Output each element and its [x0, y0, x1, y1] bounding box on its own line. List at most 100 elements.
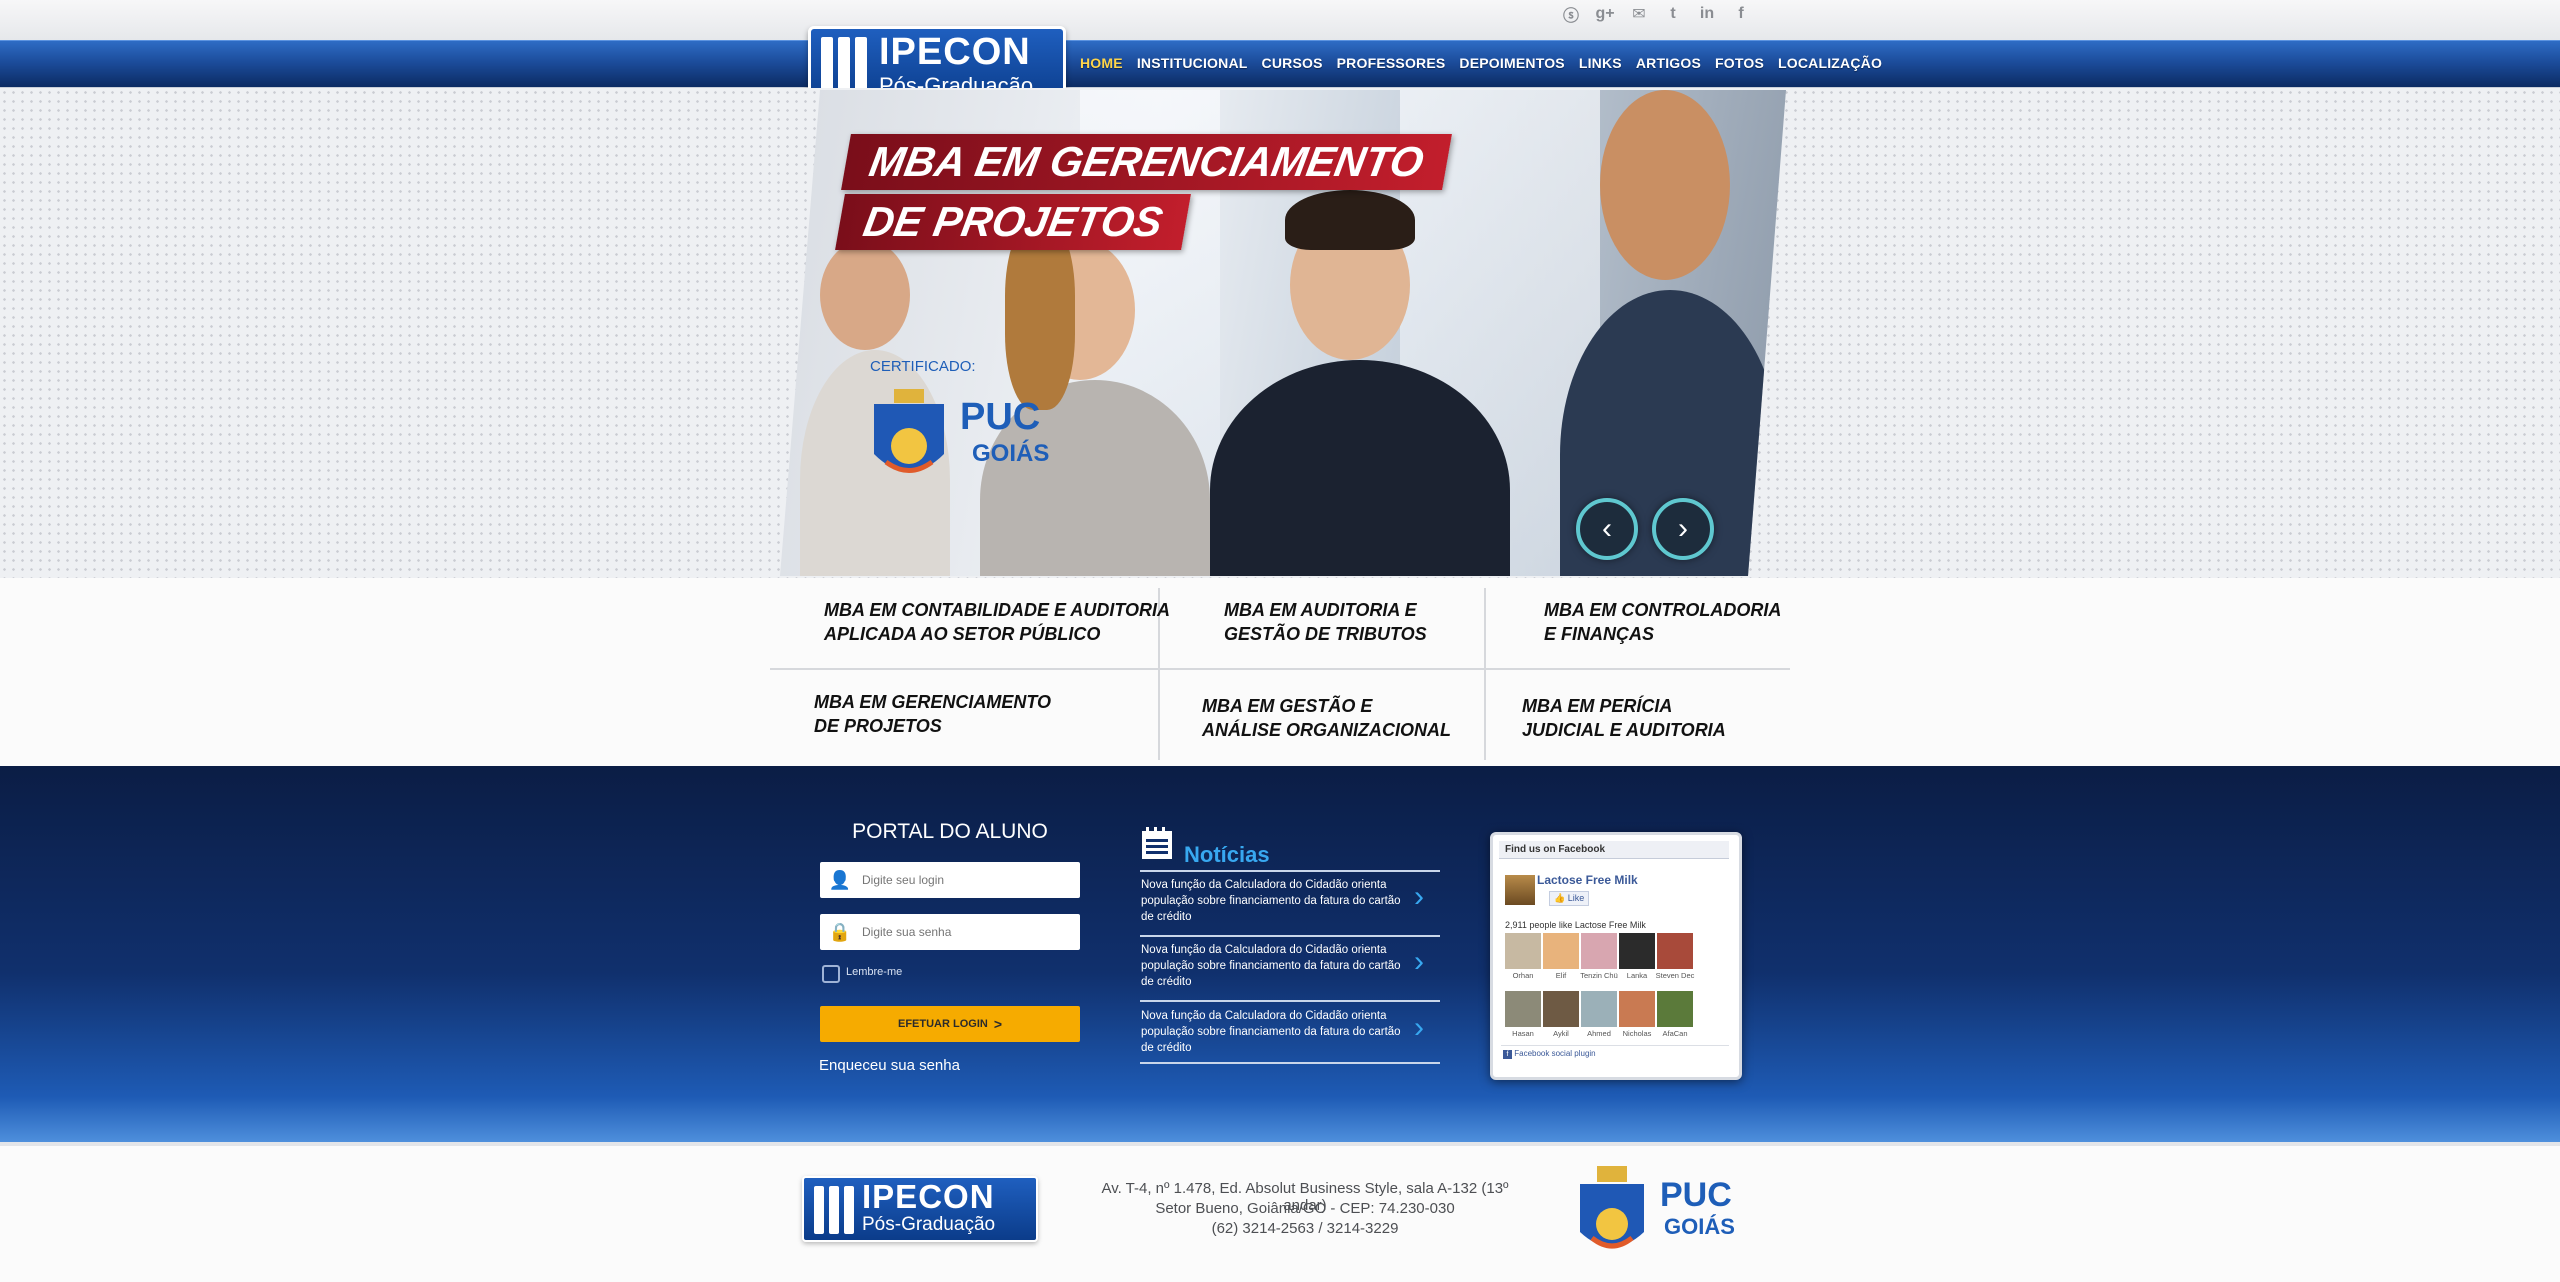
person-left-head — [820, 240, 910, 350]
remember-checkbox[interactable] — [822, 965, 840, 983]
course-line: APLICADA AO SETOR PÚBLICO — [824, 624, 1101, 644]
course-line: MBA EM CONTROLADORIA — [1544, 600, 1782, 620]
fan-avatar[interactable] — [1581, 933, 1617, 969]
person-right-head — [1600, 90, 1730, 280]
footer-logo[interactable]: IPECON Pós-Graduação — [802, 1176, 1038, 1242]
news-divider — [1140, 870, 1440, 872]
fan-avatar[interactable] — [1657, 991, 1693, 1027]
course-line: ANÁLISE ORGANIZACIONAL — [1202, 720, 1451, 740]
linkedin-icon[interactable]: in — [1696, 3, 1718, 25]
facebook-like-button[interactable]: 👍 Like — [1549, 891, 1590, 906]
chevron-right-icon: > — [993, 1016, 1003, 1032]
twitter-icon[interactable]: t — [1662, 3, 1684, 25]
slider-next-button[interactable]: › — [1652, 498, 1714, 560]
fan-name[interactable]: Hasan — [1503, 1029, 1543, 1038]
facebook-widget-header: Find us on Facebook — [1499, 841, 1729, 859]
fan-name[interactable]: Elif — [1541, 971, 1581, 980]
course-line: E FINANÇAS — [1544, 624, 1655, 644]
fan-name[interactable]: Lanka — [1617, 971, 1657, 980]
fan-avatar[interactable] — [1619, 933, 1655, 969]
news-item[interactable]: Nova função da Calculadora do Cidadão or… — [1141, 1008, 1411, 1056]
lock-icon: 🔒 — [828, 921, 852, 942]
chevron-right-icon: › — [1678, 512, 1688, 545]
fan-avatar[interactable] — [1543, 933, 1579, 969]
nav-home[interactable]: HOME — [1080, 55, 1123, 71]
news-item[interactable]: Nova função da Calculadora do Cidadão or… — [1141, 877, 1411, 925]
nav-cursos[interactable]: CURSOS — [1262, 55, 1323, 71]
course-gerenciamento[interactable]: MBA EM GERENCIAMENTO DE PROJETOS — [814, 690, 1051, 738]
certificate-label: CERTIFICADO: — [870, 358, 976, 375]
nav-professores[interactable]: PROFESSORES — [1337, 55, 1446, 71]
course-divider — [770, 668, 1790, 670]
footer-puc-text: PUC — [1660, 1176, 1732, 1214]
course-pericia[interactable]: MBA EM PERÍCIA JUDICIAL E AUDITORIA — [1522, 694, 1726, 742]
google-plus-icon[interactable]: g+ — [1594, 3, 1616, 25]
skype-icon[interactable]: ⓢ — [1560, 3, 1582, 25]
fan-avatar[interactable] — [1505, 991, 1541, 1027]
facebook-page-avatar[interactable] — [1505, 875, 1535, 905]
facebook-icon[interactable]: f — [1730, 3, 1752, 25]
password-input[interactable] — [860, 924, 1064, 940]
login-field[interactable]: 👤 — [820, 862, 1080, 898]
course-controladoria[interactable]: MBA EM CONTROLADORIA E FINANÇAS — [1544, 598, 1781, 646]
nav-localizacao[interactable]: LOCALIZAÇÃO — [1778, 55, 1882, 71]
thumbs-up-icon: 👍 — [1554, 893, 1566, 903]
facebook-divider — [1501, 1045, 1729, 1046]
facebook-page-name[interactable]: Lactose Free Milk — [1537, 873, 1638, 887]
crest-icon — [1580, 1166, 1644, 1249]
course-gestao[interactable]: MBA EM GESTÃO E ANÁLISE ORGANIZACIONAL — [1202, 694, 1451, 742]
portal-title: PORTAL DO ALUNO — [852, 820, 1048, 843]
course-line: DE PROJETOS — [814, 716, 942, 736]
fan-name[interactable]: Nicholas — [1617, 1029, 1657, 1038]
fan-name[interactable]: AfaCan — [1655, 1029, 1695, 1038]
fan-avatar[interactable] — [1581, 991, 1617, 1027]
nav-links[interactable]: LINKS — [1579, 55, 1622, 71]
course-auditoria[interactable]: MBA EM AUDITORIA E GESTÃO DE TRIBUTOS — [1224, 598, 1427, 646]
fan-name[interactable]: Steven Dec — [1655, 971, 1695, 980]
top-strip — [0, 0, 2560, 40]
password-field[interactable]: 🔒 — [820, 914, 1080, 950]
email-icon[interactable]: ✉ — [1628, 3, 1650, 25]
course-line: MBA EM CONTABILIDADE E AUDITORIA — [824, 600, 1170, 620]
login-button[interactable]: EFETUAR LOGIN > — [820, 1006, 1080, 1042]
forgot-password-link[interactable]: Enqueceu sua senha — [819, 1057, 960, 1074]
facebook-like-count: 2,911 people like Lactose Free Milk — [1505, 920, 1646, 930]
like-label: Like — [1567, 893, 1585, 903]
facebook-widget: Find us on Facebook Lactose Free Milk 👍 … — [1490, 832, 1742, 1080]
person-man-hair — [1285, 190, 1415, 250]
chevron-right-icon[interactable]: › — [1414, 880, 1424, 914]
chevron-right-icon[interactable]: › — [1414, 1011, 1424, 1045]
fan-name[interactable]: Tenzin Chü — [1579, 971, 1619, 980]
fan-name[interactable]: Ahmed — [1579, 1029, 1619, 1038]
fan-avatar[interactable] — [1543, 991, 1579, 1027]
course-contabilidade[interactable]: MBA EM CONTABILIDADE E AUDITORIA APLICAD… — [824, 598, 1170, 646]
nav-depoimentos[interactable]: DEPOIMENTOS — [1459, 55, 1564, 71]
footer-address-line2: Setor Bueno, Goiânia/GO - CEP: 74.230-03… — [1155, 1200, 1455, 1217]
fan-avatar[interactable] — [1619, 991, 1655, 1027]
news-item[interactable]: Nova função da Calculadora do Cidadão or… — [1141, 942, 1411, 990]
goias-text: GOIÁS — [972, 440, 1050, 467]
footer-puc-logo: PUC GOIÁS — [1572, 1162, 1742, 1262]
fan-name[interactable]: Aykil — [1541, 1029, 1581, 1038]
nav-artigos[interactable]: ARTIGOS — [1636, 55, 1701, 71]
facebook-plugin-label: Facebook social plugin — [1514, 1049, 1596, 1058]
nav-institucional[interactable]: INSTITUCIONAL — [1137, 55, 1248, 71]
logo-name: IPECON — [879, 31, 1031, 73]
course-line: MBA EM AUDITORIA E — [1224, 600, 1417, 620]
social-links: ⓢ g+ ✉ t in f — [1560, 3, 1780, 33]
notepad-icon — [1142, 827, 1172, 859]
hero-title-line2: DE PROJETOS — [835, 194, 1191, 250]
course-line: JUDICIAL E AUDITORIA — [1522, 720, 1726, 740]
facebook-plugin-link[interactable]: f Facebook social plugin — [1503, 1049, 1596, 1059]
login-input[interactable] — [860, 872, 1064, 888]
fan-name[interactable]: Orhan — [1503, 971, 1543, 980]
fan-avatar[interactable] — [1657, 933, 1693, 969]
chevron-right-icon[interactable]: › — [1414, 945, 1424, 979]
footer-phone: (62) 3214-2563 / 3214-3229 — [1211, 1220, 1399, 1237]
fan-avatar[interactable] — [1505, 933, 1541, 969]
nav-fotos[interactable]: FOTOS — [1715, 55, 1764, 71]
course-line: GESTÃO DE TRIBUTOS — [1224, 624, 1427, 644]
course-divider — [1484, 588, 1486, 760]
slider-prev-button[interactable]: ‹ — [1576, 498, 1638, 560]
course-line: MBA EM PERÍCIA — [1522, 696, 1673, 716]
